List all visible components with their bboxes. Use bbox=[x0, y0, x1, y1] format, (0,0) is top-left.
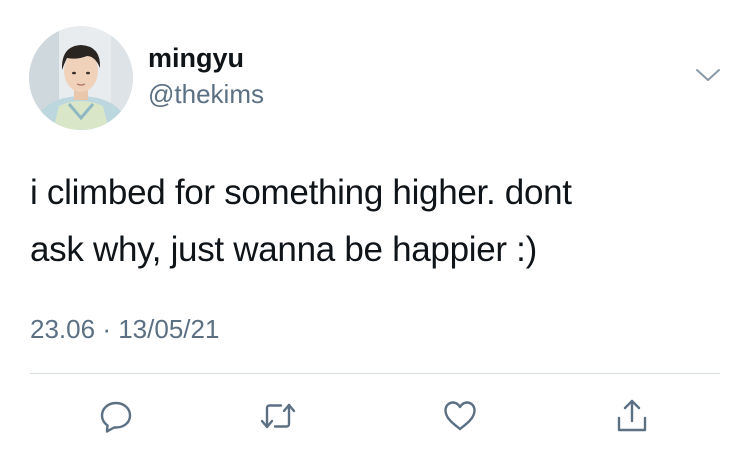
divider bbox=[30, 373, 720, 374]
chevron-down-icon bbox=[696, 69, 720, 81]
reply-icon bbox=[100, 401, 132, 433]
user-handle[interactable]: @thekims bbox=[148, 79, 264, 109]
more-options-button[interactable] bbox=[690, 60, 726, 90]
tweet-date: 13/05/21 bbox=[118, 314, 220, 344]
tweet-timestamp[interactable]: 23.06 · 13/05/21 bbox=[30, 314, 219, 344]
retweet-icon bbox=[260, 403, 296, 429]
tweet-text: i climbed for something higher. dont ask… bbox=[30, 164, 730, 278]
like-button[interactable] bbox=[438, 394, 482, 438]
heart-icon bbox=[444, 401, 476, 431]
share-button[interactable] bbox=[610, 394, 654, 438]
timestamp-separator: · bbox=[102, 314, 111, 344]
tweet-time: 23.06 bbox=[30, 314, 96, 344]
profile-photo-icon bbox=[29, 26, 133, 130]
tweet-text-line: i climbed for something higher. dont bbox=[30, 173, 572, 212]
avatar[interactable] bbox=[29, 26, 133, 130]
share-icon bbox=[617, 399, 647, 432]
tweet-text-line: ask why, just wanna be happier :) bbox=[30, 230, 537, 269]
retweet-button[interactable] bbox=[256, 394, 300, 438]
reply-button[interactable] bbox=[94, 394, 138, 438]
display-name[interactable]: mingyu bbox=[148, 43, 244, 73]
